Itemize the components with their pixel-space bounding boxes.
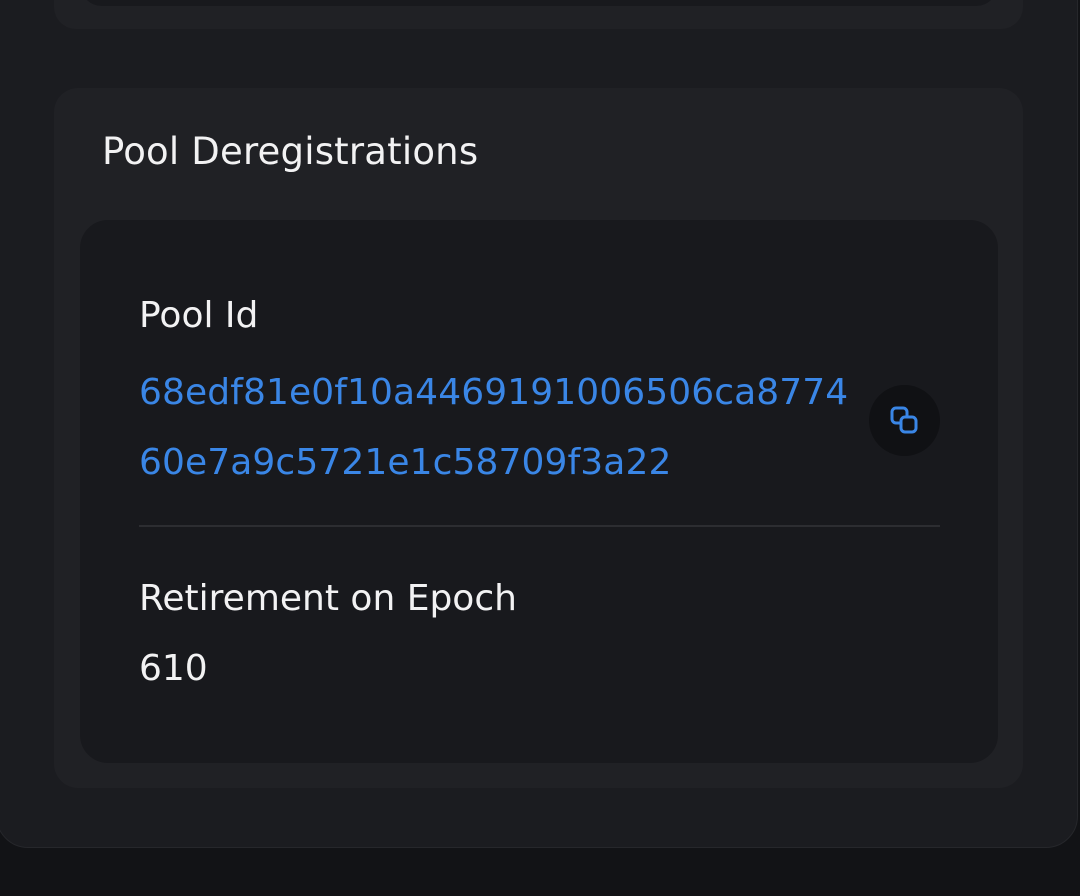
previous-section-inner-card	[80, 0, 998, 6]
retirement-epoch-value: 610	[139, 648, 208, 689]
section-title: Pool Deregistrations	[102, 130, 479, 173]
copy-pool-id-button[interactable]	[869, 385, 940, 456]
retirement-epoch-label: Retirement on Epoch	[139, 578, 517, 619]
field-divider	[139, 525, 940, 527]
copy-icon	[890, 406, 917, 433]
pool-id-link[interactable]: 68edf81e0f10a4469191006506ca877460e7a9c5…	[139, 358, 859, 498]
pool-id-label: Pool Id	[139, 295, 259, 336]
